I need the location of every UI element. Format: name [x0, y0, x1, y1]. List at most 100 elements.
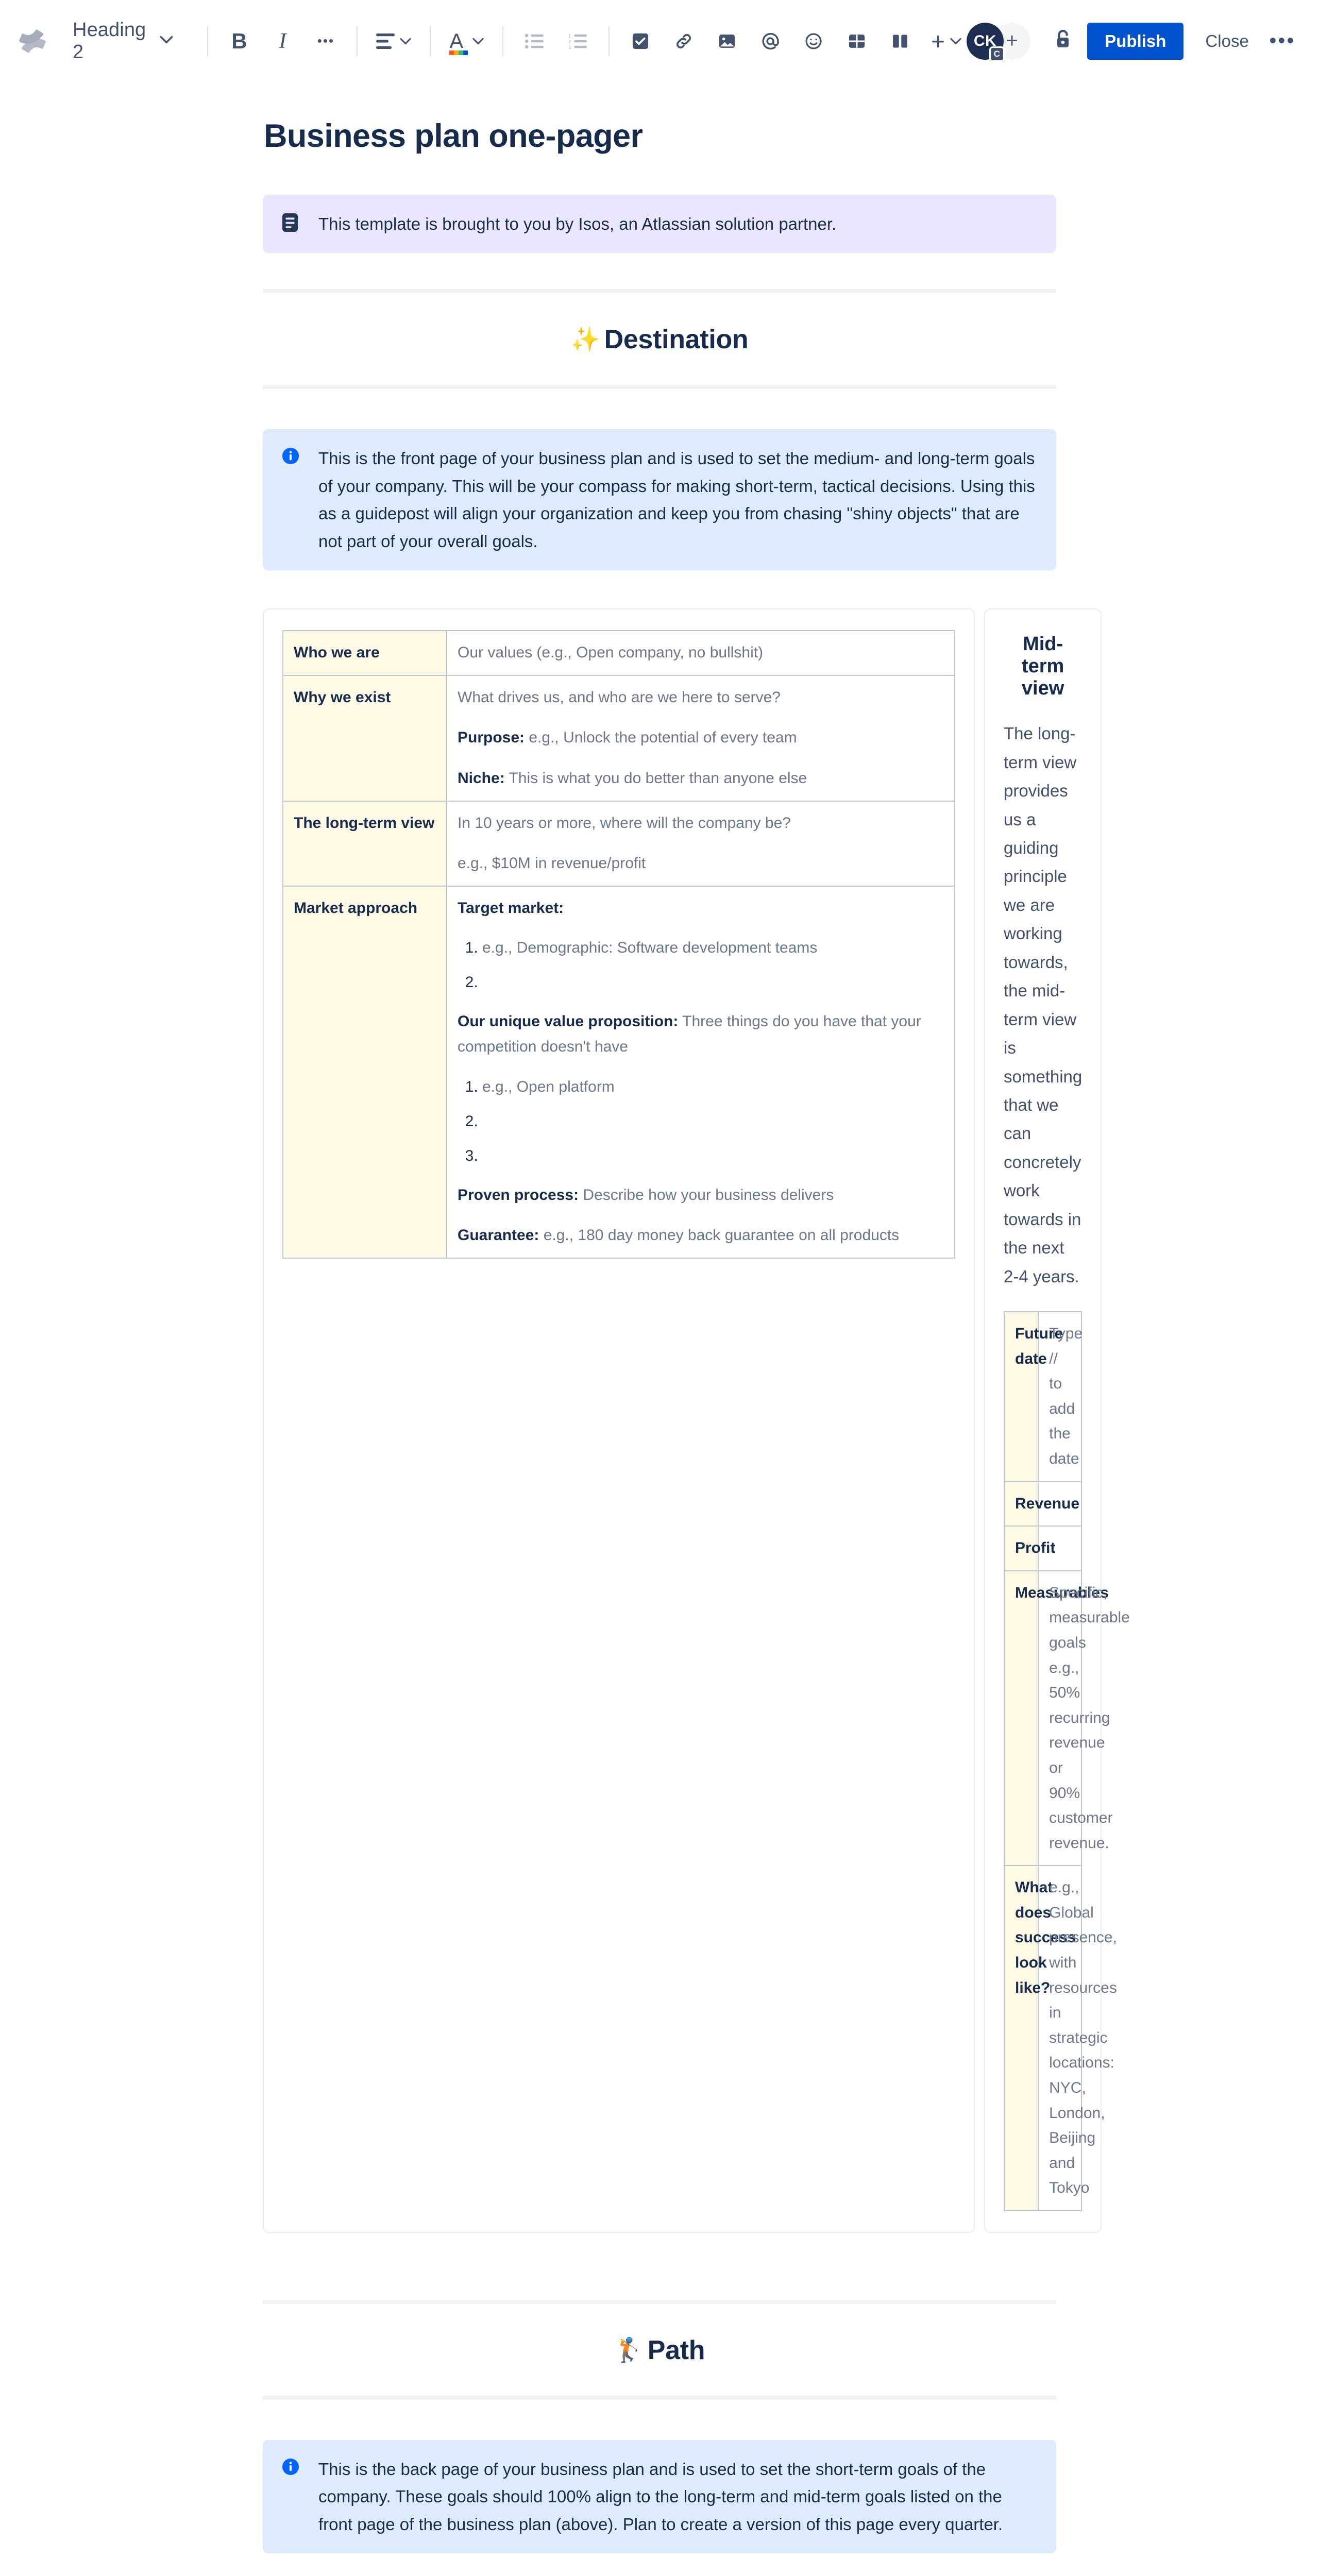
svg-text:1: 1 [568, 33, 571, 39]
numbered-list-button[interactable]: 123 [560, 24, 595, 59]
table-button[interactable] [839, 24, 874, 59]
mention-button[interactable] [753, 24, 788, 59]
section-heading-destination-label: Destination [604, 325, 749, 355]
toolbar-divider [207, 26, 209, 56]
section-divider [263, 385, 1056, 389]
guarantee-text: e.g., 180 day money back guarantee on al… [539, 1227, 900, 1244]
avatar-product-badge: C [989, 46, 1005, 62]
identity-card: Who we are Our values (e.g., Open compan… [263, 608, 975, 2233]
list-group: 123 [517, 24, 595, 59]
row-header: Future date [1003, 1311, 1063, 1482]
text-color-icon: A [449, 31, 468, 55]
info-circle-icon [281, 2455, 303, 2479]
svg-text:2: 2 [568, 39, 571, 44]
svg-text:3: 3 [568, 45, 571, 49]
row-header: Measurables [1003, 1570, 1109, 1867]
table-row: Market approach Target market: e.g., Dem… [282, 885, 955, 1259]
path-info-text: This is the back page of your business p… [318, 2460, 1003, 2534]
chevron-down-icon [472, 38, 484, 45]
emoji-button[interactable] [796, 24, 831, 59]
cell-line: Niche: This is what you do better than a… [458, 766, 944, 791]
row-value[interactable]: Target market: e.g., Demographic: Softwa… [446, 885, 955, 1259]
row-value[interactable]: What drives us, and who are we here to s… [446, 674, 955, 802]
cell-line-rest: e.g., Unlock the potential of every team [525, 729, 797, 747]
toolbar-divider [357, 26, 358, 56]
toolbar-divider [608, 26, 610, 56]
identity-table: Who we are Our values (e.g., Open compan… [282, 630, 955, 1259]
document-body: Business plan one-pager This template is… [0, 117, 1319, 2576]
target-market-list: e.g., Demographic: Software development … [458, 936, 944, 994]
table-row: Why we exist What drives us, and who are… [282, 674, 955, 802]
publish-button[interactable]: Publish [1087, 22, 1184, 60]
insert-group: + [623, 24, 967, 59]
editor-toolbar: Heading 2 B I ••• A 1 2 3 + CK C + Publi… [0, 0, 1319, 82]
row-value[interactable]: In 10 years or more, where will the comp… [446, 800, 955, 887]
text-align-button[interactable] [371, 24, 416, 59]
cell-line: In 10 years or more, where will the comp… [458, 814, 791, 832]
table-row: Revenue [1003, 1481, 1083, 1527]
text-format-group: B I ••• [222, 24, 343, 59]
page-title[interactable]: Business plan one-pager [263, 117, 1056, 155]
list-item[interactable]: e.g., Open platform [482, 1075, 944, 1098]
task-button[interactable] [623, 24, 658, 59]
destination-cards-row: Who we are Our values (e.g., Open compan… [263, 608, 1130, 2233]
insert-more-button[interactable]: + [926, 24, 967, 59]
proven-process-bold: Proven process: [458, 1186, 579, 1204]
page-info-icon [281, 210, 303, 235]
bold-button[interactable]: B [222, 24, 257, 59]
confluence-logo-icon[interactable] [18, 24, 47, 58]
toolbar-divider [502, 26, 504, 56]
close-button[interactable]: Close [1192, 23, 1262, 60]
bullet-list-button[interactable] [517, 24, 552, 59]
document-content: Business plan one-pager This template is… [263, 117, 1130, 2576]
list-item[interactable] [482, 1144, 944, 1167]
avatar[interactable]: CK C [967, 22, 1005, 62]
list-item[interactable] [482, 1110, 944, 1133]
section-heading-path[interactable]: 🏌 Path [263, 2335, 1056, 2366]
emoji-smiley-icon [805, 32, 822, 50]
image-button[interactable] [709, 24, 745, 59]
numbered-list-icon: 123 [568, 33, 587, 49]
layout-button[interactable] [883, 24, 918, 59]
italic-button[interactable]: I [265, 24, 300, 59]
more-actions-button[interactable]: ••• [1266, 23, 1298, 60]
heading-style-select[interactable]: Heading 2 [61, 14, 182, 69]
section-heading-destination[interactable]: ✨ Destination [263, 324, 1056, 355]
uvp-bold: Our unique value proposition: [458, 1013, 679, 1030]
table-icon [848, 32, 866, 50]
template-banner-text: This template is brought to you by Isos,… [318, 214, 837, 233]
cell-line-rest: This is what you do better than anyone e… [504, 770, 807, 787]
row-value[interactable]: Our values (e.g., Open company, no bulls… [446, 630, 955, 676]
more-formatting-button[interactable]: ••• [308, 24, 343, 59]
plus-icon: + [931, 27, 945, 55]
mention-at-icon [761, 32, 780, 50]
toolbar-divider [430, 26, 431, 56]
heading-style-label: Heading 2 [73, 19, 146, 63]
restrictions-button[interactable] [1047, 23, 1079, 60]
proven-process-text: Describe how your business delivers [579, 1186, 834, 1204]
uvp-line: Our unique value proposition: Three thin… [458, 1009, 944, 1059]
list-item[interactable]: e.g., Demographic: Software development … [482, 936, 944, 959]
row-header: Who we are [282, 630, 447, 676]
info-circle-icon [281, 445, 303, 468]
midterm-paragraph[interactable]: The long-term view provides us a guiding… [1004, 719, 1082, 1291]
link-button[interactable] [666, 24, 701, 59]
section-divider [263, 2396, 1056, 2400]
list-item[interactable] [482, 971, 944, 994]
midterm-card: Mid-term view The long-term view provide… [984, 608, 1130, 2233]
table-row: Measurables Specific, measurable goals e… [1003, 1570, 1130, 1867]
proven-process-line: Proven process: Describe how your busine… [458, 1183, 944, 1208]
task-checkbox-icon [632, 32, 649, 50]
row-value[interactable]: Specific, measurable goals e.g., 50% rec… [1038, 1570, 1130, 1867]
bullet-list-icon [525, 33, 544, 49]
table-row: What does success look like? e.g., Globa… [1003, 1865, 1117, 2212]
section-divider [263, 289, 1056, 294]
cell-line-bold: Purpose: [458, 729, 525, 747]
golfer-emoji-icon: 🏌 [614, 2336, 644, 2364]
collaborators: CK C + [967, 22, 1031, 62]
layout-columns-icon [891, 32, 909, 50]
path-info-banner: This is the back page of your business p… [263, 2440, 1056, 2554]
cell-line-bold: Niche: [458, 770, 505, 787]
text-color-button[interactable]: A [444, 24, 489, 59]
sparkles-emoji-icon: ✨ [570, 326, 600, 353]
